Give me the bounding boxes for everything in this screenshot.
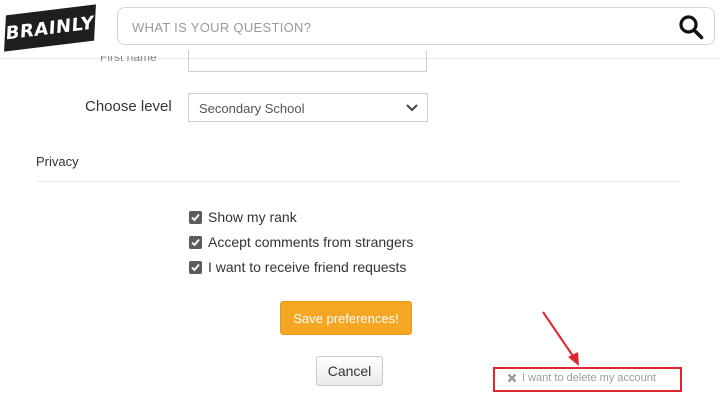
checkmark-icon — [191, 263, 200, 271]
accept-comments-option[interactable]: Accept comments from strangers — [189, 233, 413, 251]
save-preferences-button[interactable]: Save preferences! — [280, 301, 412, 335]
accept-comments-label: Accept comments from strangers — [208, 234, 414, 250]
friend-requests-checkbox[interactable] — [189, 260, 202, 274]
cancel-button[interactable]: Cancel — [316, 356, 383, 386]
search-icon — [679, 15, 704, 40]
delete-account-link[interactable]: I want to delete my account — [507, 372, 656, 384]
friend-requests-option[interactable]: I want to receive friend requests — [189, 258, 406, 276]
choose-level-label: Choose level — [85, 98, 172, 115]
brainly-logo[interactable]: BRAINLY — [4, 4, 96, 52]
accept-comments-checkbox[interactable] — [189, 235, 202, 249]
search-input[interactable] — [130, 14, 654, 40]
logo-text: BRAINLY — [5, 12, 95, 45]
first-name-label: First name — [100, 56, 157, 64]
section-divider — [36, 181, 680, 182]
search-button[interactable] — [678, 14, 704, 40]
checkmark-icon — [191, 213, 200, 221]
level-select-value: Secondary School — [199, 101, 305, 116]
level-select[interactable]: Secondary School — [188, 93, 428, 122]
show-rank-option[interactable]: Show my rank — [189, 208, 297, 226]
first-name-field[interactable] — [188, 50, 427, 72]
checkmark-icon — [191, 238, 200, 246]
close-icon — [507, 373, 517, 383]
search-bar — [117, 7, 715, 45]
show-rank-label: Show my rank — [208, 209, 297, 225]
show-rank-checkbox[interactable] — [189, 210, 202, 224]
privacy-heading: Privacy — [36, 154, 79, 169]
chevron-down-icon — [406, 104, 418, 112]
delete-account-label: I want to delete my account — [522, 372, 656, 384]
friend-requests-label: I want to receive friend requests — [208, 259, 407, 275]
